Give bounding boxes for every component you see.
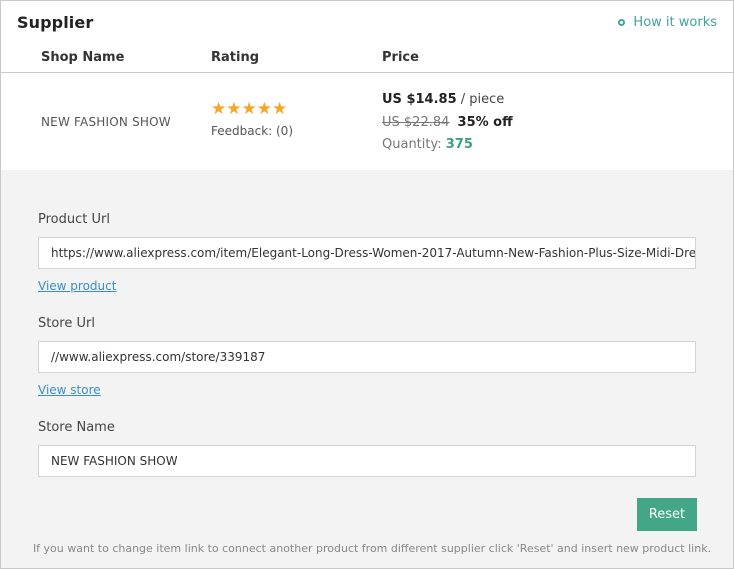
star-icon: ★	[256, 99, 272, 119]
store-name-label: Store Name	[38, 420, 115, 435]
quantity-label: Quantity:	[382, 137, 442, 152]
how-it-works-link[interactable]: How it works	[618, 15, 717, 30]
supplier-row: NEW FASHION SHOW ★ ★ ★ ★ ★ Feedback: (0)…	[1, 72, 733, 171]
view-product-link[interactable]: View product	[38, 279, 116, 293]
star-icon: ★	[226, 99, 242, 119]
panel-title: Supplier	[17, 13, 94, 32]
reset-button[interactable]: Reset	[637, 498, 697, 531]
supplier-panel: Supplier How it works Shop Name Rating P…	[0, 0, 734, 569]
star-icon: ★	[211, 99, 227, 119]
circle-icon	[618, 19, 626, 26]
quantity-line: Quantity: 375	[382, 137, 473, 152]
discount-badge: 35% off	[457, 115, 513, 130]
store-name-input[interactable]: NEW FASHION SHOW	[38, 445, 696, 477]
view-store-link[interactable]: View store	[38, 383, 101, 397]
old-price-line: US $22.84 35% off	[382, 115, 513, 130]
column-header-shop-name: Shop Name	[41, 50, 125, 65]
supplier-form: Product Url https://www.aliexpress.com/i…	[1, 170, 733, 568]
star-icon: ★	[272, 99, 288, 119]
store-url-label: Store Url	[38, 316, 95, 331]
feedback-count: Feedback: (0)	[211, 124, 294, 138]
product-url-input[interactable]: https://www.aliexpress.com/item/Elegant-…	[38, 237, 696, 269]
store-url-input[interactable]: //www.aliexpress.com/store/339187	[38, 341, 696, 373]
rating-stars: ★ ★ ★ ★ ★	[211, 100, 287, 118]
column-header-rating: Rating	[211, 50, 260, 65]
quantity-value: 375	[445, 137, 473, 152]
old-price: US $22.84	[382, 115, 450, 130]
price-value: US $14.85	[382, 92, 457, 107]
help-note: If you want to change item link to conne…	[32, 542, 712, 555]
star-icon: ★	[241, 99, 257, 119]
shop-name: NEW FASHION SHOW	[41, 115, 171, 129]
price-unit: / piece	[460, 92, 505, 107]
how-it-works-label: How it works	[633, 15, 717, 30]
column-header-price: Price	[382, 50, 419, 65]
current-price: US $14.85 / piece	[382, 92, 504, 107]
product-url-label: Product Url	[38, 212, 110, 227]
